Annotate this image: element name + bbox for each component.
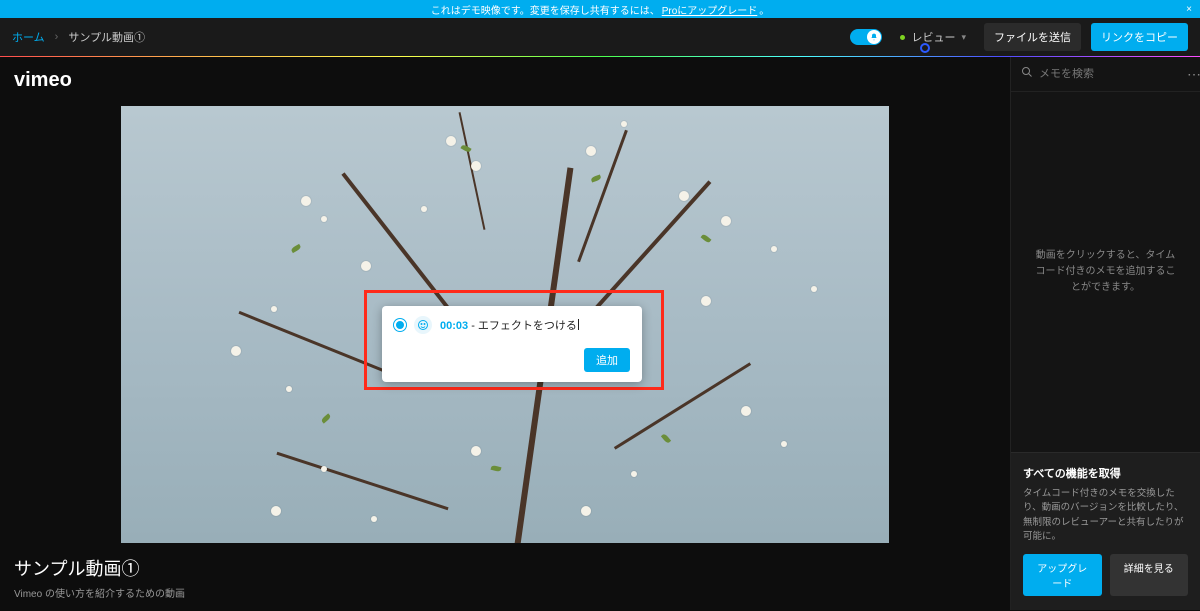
- breadcrumb: ホーム › サンプル動画①: [12, 29, 145, 45]
- highlight-ring-icon: [920, 43, 930, 53]
- breadcrumb-home[interactable]: ホーム: [12, 29, 45, 45]
- send-file-button[interactable]: ファイルを送信: [984, 23, 1081, 51]
- chevron-down-icon: ▾: [961, 32, 966, 43]
- video-subtitle: Vimeo の使い方を紹介するための動画: [14, 585, 996, 600]
- comment-input-text[interactable]: エフェクトをつける: [478, 320, 577, 332]
- main-content: vimeo: [0, 57, 1200, 610]
- banner-text-before: これはデモ映像です。変更を保存し共有するには、: [431, 2, 660, 17]
- close-banner-icon[interactable]: ×: [1186, 4, 1192, 15]
- sidebar-hint-text: 動画をクリックすると、タイムコード付きのメモを追加することができます。: [1031, 248, 1180, 296]
- user-avatar-icon: [414, 316, 432, 334]
- banner-text-after: 。: [759, 2, 769, 17]
- upsell-title: すべての機能を取得: [1023, 465, 1188, 481]
- notification-toggle[interactable]: [850, 29, 882, 45]
- more-options-icon[interactable]: ⋯: [1187, 66, 1200, 83]
- upsell-panel: すべての機能を取得 タイムコード付きのメモを交換したり、動画のバージョンを比較し…: [1011, 452, 1200, 610]
- video-player[interactable]: 00:03 - エフェクトをつける 追加: [121, 106, 889, 543]
- sidebar-body: 動画をクリックすると、タイムコード付きのメモを追加することができます。: [1011, 92, 1200, 452]
- comment-timecode: 00:03: [440, 320, 468, 332]
- search-row: ⋯: [1011, 57, 1200, 92]
- upgrade-button[interactable]: アップグレード: [1023, 554, 1102, 596]
- video-meta: サンプル動画① Vimeo の使い方を紹介するための動画: [14, 555, 996, 600]
- search-input[interactable]: [1039, 68, 1181, 80]
- copy-link-button[interactable]: リンクをコピー: [1091, 23, 1188, 51]
- pin-marker-icon: [394, 319, 406, 331]
- details-button[interactable]: 詳細を見る: [1110, 554, 1189, 596]
- status-dot-icon: [900, 35, 905, 40]
- search-icon: [1021, 65, 1033, 83]
- text-cursor-icon: [578, 319, 579, 330]
- nav-bar: ホーム › サンプル動画① レビュー ▾ ファイルを送信 リンクをコピー: [0, 18, 1200, 56]
- chevron-right-icon: ›: [55, 31, 59, 43]
- add-comment-button[interactable]: 追加: [584, 348, 630, 372]
- demo-banner: これはデモ映像です。変更を保存し共有するには、 Proにアップグレード 。 ×: [0, 0, 1200, 18]
- review-dropdown[interactable]: レビュー ▾: [892, 25, 974, 49]
- comments-sidebar: ⋯ 動画をクリックすると、タイムコード付きのメモを追加することができます。 すべ…: [1010, 57, 1200, 610]
- video-title: サンプル動画①: [14, 555, 996, 581]
- breadcrumb-current: サンプル動画①: [68, 29, 145, 45]
- upsell-description: タイムコード付きのメモを交換したり、動画のバージョンを比較したり、無制限のレビュ…: [1023, 487, 1188, 544]
- video-area: vimeo: [0, 57, 1010, 610]
- comment-popup: 00:03 - エフェクトをつける 追加: [382, 306, 642, 382]
- banner-upgrade-link[interactable]: Proにアップグレード: [662, 2, 758, 17]
- comment-separator: -: [468, 320, 478, 332]
- bell-icon: [867, 30, 881, 44]
- vimeo-logo: vimeo: [14, 69, 996, 92]
- review-label: レビュー: [911, 29, 955, 45]
- nav-right: レビュー ▾ ファイルを送信 リンクをコピー: [850, 23, 1188, 51]
